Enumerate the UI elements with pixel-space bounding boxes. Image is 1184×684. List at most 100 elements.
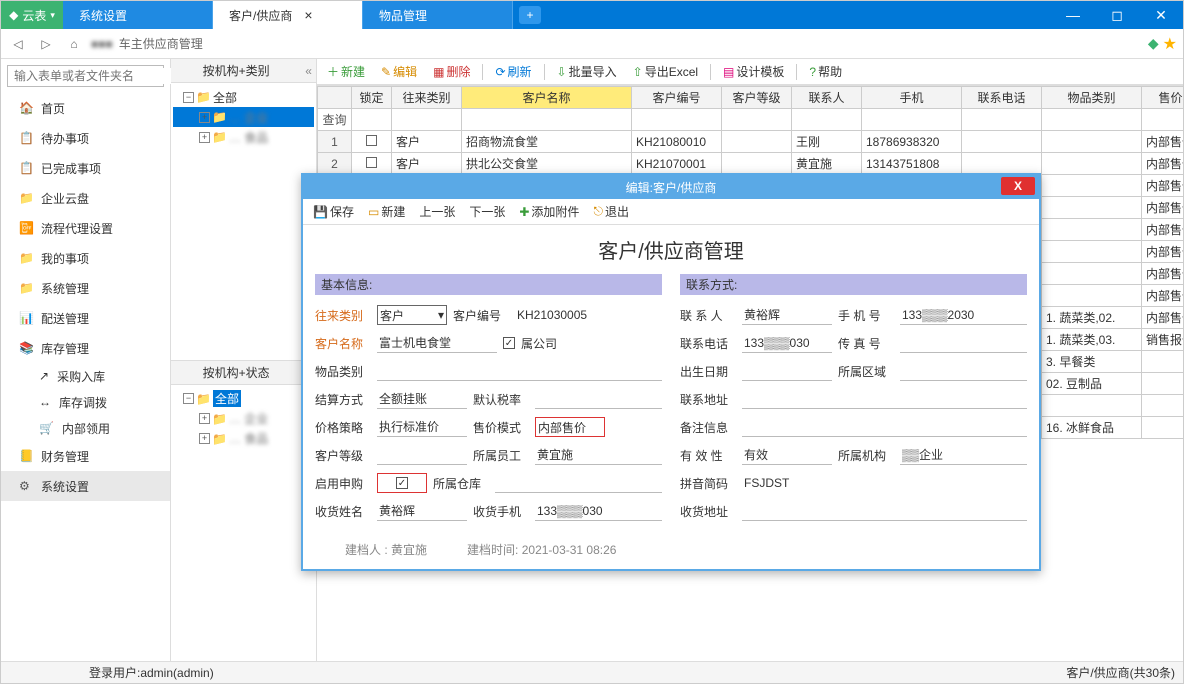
field-warehouse[interactable] [495,473,662,493]
nav-home[interactable]: 🏠首页 [1,93,170,123]
tree2-child-0[interactable]: +📁… 企业 [173,409,314,429]
dialog-prev-button[interactable]: 上一张 [413,201,461,223]
field-addr[interactable] [742,389,1027,409]
nav-search-input[interactable] [12,68,171,84]
collapse-icon[interactable]: − [183,92,194,103]
nav-system-manage[interactable]: 📁系统管理 [1,273,170,303]
toolbar-new-button[interactable]: ＋新建 [321,61,371,83]
field-org[interactable]: ▒▒企业 [900,445,1027,465]
nav-internal-use[interactable]: 🛒内部领用 [1,415,170,441]
expand-icon[interactable]: + [199,132,210,143]
window-minimize-button[interactable]: — [1051,1,1095,29]
col-lock[interactable]: 锁定 [352,87,392,109]
tab-customer-supplier[interactable]: 客户/供应商 × [213,1,363,29]
field-salemode[interactable]: 内部售价 [535,417,605,437]
tree2-child-1[interactable]: +📁… 食品 [173,429,314,449]
nav-done[interactable]: 📋已完成事项 [1,153,170,183]
field-goods-type[interactable] [377,361,662,381]
row-checkbox[interactable] [366,135,377,146]
field-contact[interactable]: 黄裕辉 [742,305,832,325]
tab-close-icon[interactable]: × [304,7,312,23]
nav-finance-manage[interactable]: 📒财务管理 [1,441,170,471]
checkbox-is-company[interactable] [503,337,515,349]
nav-my-items[interactable]: 📁我的事项 [1,243,170,273]
dialog-close-button[interactable]: X [1001,177,1035,195]
field-taxrate[interactable] [535,389,662,409]
tab-add-button[interactable]: + [519,6,541,24]
field-birth[interactable] [742,361,832,381]
dialog-next-button[interactable]: 下一张 [463,201,511,223]
col-rownum[interactable] [318,87,352,109]
field-remark[interactable] [742,417,1027,437]
table-row[interactable]: 2客户拱北公交食堂KH21070001黄宜施13143751808内部售价 [318,153,1184,175]
col-customer-name[interactable]: 客户名称 [462,87,632,109]
expand-icon[interactable]: + [199,413,210,424]
col-goods-type[interactable]: 物品类别 [1042,87,1142,109]
nav-stock-transfer[interactable]: ↔库存调拨 [1,389,170,415]
table-row[interactable]: 1客户招商物流食堂KH21080010王刚18786938320内部售价 [318,131,1184,153]
col-customer-level[interactable]: 客户等级 [722,87,792,109]
expand-icon[interactable]: + [199,433,210,444]
collapse-icon[interactable]: − [183,393,194,404]
toolbar-design-button[interactable]: ▤设计模板 [717,61,790,83]
nav-home-icon[interactable]: ⌂ [63,33,85,55]
toolbar-import-button[interactable]: ⇩批量导入 [551,61,623,83]
dialog-new-button[interactable]: ▭新建 [362,201,411,223]
field-fax[interactable] [900,333,1027,353]
toolbar-delete-button[interactable]: ▦删除 [427,61,476,83]
tab-system-settings[interactable]: 系统设置 [63,1,213,29]
col-mobile[interactable]: 手机 [862,87,962,109]
dialog-titlebar[interactable]: 编辑:客户/供应商 X [303,175,1039,199]
field-recv-addr[interactable] [742,501,1027,521]
field-level[interactable] [377,445,467,465]
nav-delivery-manage[interactable]: 📊配送管理 [1,303,170,333]
field-recv-name[interactable]: 黄裕辉 [377,501,467,521]
field-area[interactable] [900,361,1027,381]
col-price-mode[interactable]: 售价模 [1142,87,1184,109]
nav-search[interactable]: 🔍 [7,65,164,87]
toolbar-edit-button[interactable]: ✎编辑 [375,61,423,83]
checkbox-enable-apply[interactable] [396,477,408,489]
brand-diamond-icon[interactable]: ◆ [1148,35,1159,52]
favorite-star-icon[interactable]: ★ [1163,34,1177,54]
window-maximize-button[interactable]: ◻ [1095,1,1139,29]
nav-purchase-in[interactable]: ↗采购入库 [1,363,170,389]
field-name[interactable]: 富士机电食堂 [377,333,497,353]
dialog-exit-button[interactable]: ⎋退出 [587,201,635,223]
nav-system-settings[interactable]: ⚙系统设置 [1,471,170,501]
field-mobile[interactable]: 133▒▒▒2030 [900,305,1027,325]
expand-icon[interactable]: + [199,112,210,123]
tree-collapse-icon[interactable]: « [301,64,316,78]
field-settle[interactable]: 全额挂账 [377,389,467,409]
col-phone[interactable]: 联系电话 [962,87,1042,109]
tree1-child-0[interactable]: +📁… 企业 [173,107,314,127]
query-row[interactable]: 查询 [318,109,1184,131]
nav-workflow-proxy[interactable]: 📴流程代理设置 [1,213,170,243]
nav-cloud-disk[interactable]: 📁企业云盘 [1,183,170,213]
nav-todo[interactable]: 📋待办事项 [1,123,170,153]
app-logo[interactable]: ◆ 云表 ▾ [1,1,63,29]
toolbar-export-button[interactable]: ⇧导出Excel [627,61,704,83]
field-type-select[interactable]: 客户▾ [377,305,447,325]
nav-forward-icon[interactable]: ▷ [35,33,57,55]
nav-back-icon[interactable]: ◁ [7,33,29,55]
row-checkbox[interactable] [366,157,377,168]
col-customer-code[interactable]: 客户编号 [632,87,722,109]
toolbar-refresh-button[interactable]: ⟳刷新 [489,61,537,83]
window-close-button[interactable]: ✕ [1139,1,1183,29]
dialog-save-button[interactable]: 💾保存 [307,201,360,223]
tree1-child-1[interactable]: +📁… 食品 [173,127,314,147]
field-enable-apply[interactable] [377,473,427,493]
toolbar-help-button[interactable]: ?帮助 [803,61,848,83]
col-contact[interactable]: 联系人 [792,87,862,109]
tree2-root[interactable]: −📁全部 [173,389,314,409]
field-recv-mobile[interactable]: 133▒▒▒030 [535,501,662,521]
dialog-attach-button[interactable]: ✚添加附件 [513,201,585,223]
nav-inventory-manage[interactable]: 📚库存管理 [1,333,170,363]
tree1-root[interactable]: −📁全部 [173,87,314,107]
field-phone[interactable]: 133▒▒▒030 [742,333,832,353]
field-pricepolicy[interactable]: 执行标准价 [377,417,467,437]
tab-goods-manage[interactable]: 物品管理 [363,1,513,29]
col-category[interactable]: 往来类别 [392,87,462,109]
field-valid[interactable]: 有效 [742,445,832,465]
